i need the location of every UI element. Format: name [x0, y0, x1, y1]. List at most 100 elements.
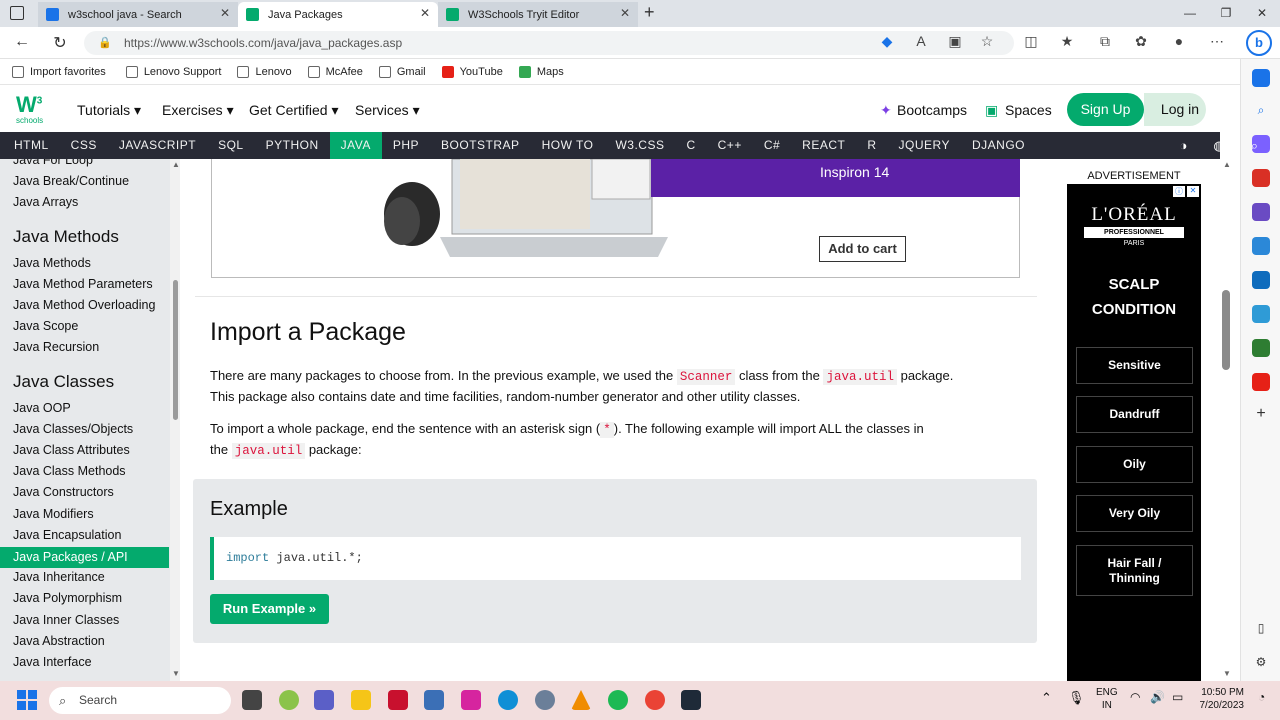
globe-icon[interactable]: ◍ [1213, 138, 1224, 154]
sidebar-scrollbar[interactable] [170, 159, 180, 681]
topnav-item-django[interactable]: DJANGO [961, 132, 1036, 159]
bookmark-lenovo-support[interactable]: Lenovo Support [125, 65, 221, 78]
taskbar-search[interactable]: ⌕ Search [49, 687, 231, 714]
settings-app-icon[interactable] [535, 690, 555, 710]
dark-mode-icon[interactable]: ◑ [1180, 138, 1188, 153]
w3schools-logo[interactable]: W3 schools [14, 92, 52, 126]
sidebar-item-java-class-methods[interactable]: Java Class Methods [13, 464, 126, 478]
sidebar-item-java-method-overloading[interactable]: Java Method Overloading [13, 298, 155, 312]
topnav-item-php[interactable]: PHP [382, 132, 430, 159]
topnav-item-html[interactable]: HTML [0, 132, 60, 159]
new-tab-icon[interactable]: + [644, 2, 655, 23]
topnav-item-w3-css[interactable]: W3.CSS [604, 132, 675, 159]
teams-icon[interactable] [314, 690, 334, 710]
drop-icon[interactable] [1252, 305, 1270, 323]
sidebar-item-java-modifiers[interactable]: Java Modifiers [13, 507, 94, 521]
sidebar-toggle-icon[interactable]: ▯ [1252, 619, 1270, 637]
menu-get-certified[interactable]: Get Certified ▾ [249, 102, 339, 119]
page-scroll-up-icon[interactable]: ▲ [1223, 160, 1231, 169]
outlook-icon[interactable] [1252, 271, 1270, 289]
bookmark-youtube[interactable]: YouTube [441, 65, 503, 78]
topnav-item-javascript[interactable]: JAVASCRIPT [108, 132, 207, 159]
profile-icon[interactable]: ● [1168, 33, 1190, 49]
sidebar-item-java-inner-classes[interactable]: Java Inner Classes [13, 613, 119, 627]
refresh-icon[interactable]: ↻ [48, 33, 72, 53]
close-ad-icon[interactable]: ✕ [1187, 186, 1199, 197]
widgets-icon[interactable] [279, 690, 299, 710]
office-icon[interactable] [1252, 237, 1270, 255]
youtube-icon[interactable] [1252, 373, 1270, 391]
split-screen-icon[interactable]: ◫ [1020, 33, 1042, 50]
ad-option-very-oily[interactable]: Very Oily [1076, 495, 1193, 532]
language-indicator[interactable]: ENG IN [1096, 686, 1118, 712]
edge-icon[interactable] [498, 690, 518, 710]
topnav-item-how-to[interactable]: HOW TO [531, 132, 605, 159]
sidebar-item-java-scope[interactable]: Java Scope [13, 319, 78, 333]
sidebar-scroll-thumb[interactable] [173, 280, 178, 420]
sidebar-item-java-methods[interactable]: Java Methods [13, 256, 91, 270]
sidebar-item-java-constructors[interactable]: Java Constructors [13, 485, 114, 499]
sidebar-item-java-encapsulation[interactable]: Java Encapsulation [13, 528, 121, 542]
topnav-item-python[interactable]: PYTHON [255, 132, 330, 159]
close-icon[interactable]: ✕ [620, 6, 630, 20]
vscode-icon[interactable] [681, 690, 701, 710]
read-aloud-icon[interactable]: A [910, 33, 932, 49]
bootcamps-link[interactable]: Bootcamps [897, 102, 967, 118]
immersive-reader-icon[interactable]: ▣ [944, 33, 966, 50]
tab-actions-icon[interactable] [10, 6, 24, 20]
menu-tutorials[interactable]: Tutorials ▾ [77, 102, 141, 119]
volume-icon[interactable]: 🔊 [1150, 690, 1165, 704]
login-button[interactable]: Log in [1144, 93, 1206, 126]
sidebar-item-java-interface[interactable]: Java Interface [13, 655, 92, 669]
sidebar-item-java-for-loop[interactable]: Java For Loop [13, 159, 93, 167]
more-options-icon[interactable]: ⋯ [1206, 33, 1228, 50]
bing-chat-icon[interactable]: b [1246, 30, 1272, 56]
ad-option-sensitive[interactable]: Sensitive [1076, 347, 1193, 384]
sidebar-item-java-abstraction[interactable]: Java Abstraction [13, 634, 105, 648]
topnav-item-c[interactable]: C [675, 132, 706, 159]
spotify-icon[interactable] [608, 690, 628, 710]
bookmark-import-favorites[interactable]: Import favorites [12, 65, 106, 78]
tab-java-packages[interactable]: Java Packages ✕ [238, 2, 438, 27]
back-icon[interactable]: ← [10, 33, 34, 51]
menu-services[interactable]: Services ▾ [355, 102, 420, 119]
minimize-icon[interactable]: — [1172, 0, 1208, 27]
ad-option-dandruff[interactable]: Dandruff [1076, 396, 1193, 433]
sidebar-item-java-arrays[interactable]: Java Arrays [13, 195, 78, 209]
sidebar-item-java-packages-api[interactable]: Java Packages / API [0, 547, 169, 568]
search-icon[interactable]: ⌕ [1251, 138, 1258, 154]
extensions-icon[interactable]: ✿ [1130, 33, 1152, 50]
games-icon[interactable] [1252, 203, 1270, 221]
collections-icon[interactable]: ⧉ [1094, 33, 1116, 50]
bookmark-gmail[interactable]: Gmail [378, 65, 426, 78]
close-icon[interactable]: ✕ [220, 6, 230, 20]
maximize-icon[interactable]: ❐ [1208, 0, 1244, 27]
page-scroll-thumb[interactable] [1222, 290, 1230, 370]
sidebar-item-java-class-attributes[interactable]: Java Class Attributes [13, 443, 130, 457]
microphone-icon[interactable]: 🎙 [1068, 690, 1085, 706]
topnav-item-c-[interactable]: C# [753, 132, 791, 159]
bookmark-maps[interactable]: Maps [518, 65, 564, 78]
sidebar-item-java-break-continue[interactable]: Java Break/Continue [13, 174, 129, 188]
close-icon[interactable]: ✕ [420, 6, 430, 20]
settings-icon[interactable]: ⚙ [1252, 653, 1270, 671]
bookmark-mcafee[interactable]: McAfee [307, 65, 363, 78]
tab-search[interactable]: w3school java - Search ✕ [38, 2, 238, 27]
run-example-button[interactable]: Run Example » [210, 594, 329, 624]
adchoices-icon[interactable]: ⓘ [1173, 186, 1185, 197]
task-view-icon[interactable] [242, 690, 262, 710]
close-window-icon[interactable]: ✕ [1244, 0, 1280, 27]
topnav-item-react[interactable]: REACT [791, 132, 856, 159]
instagram-icon[interactable] [461, 690, 481, 710]
add-to-cart-button[interactable]: Add to cart [819, 236, 906, 262]
topnav-item-jquery[interactable]: JQUERY [888, 132, 961, 159]
chrome-icon[interactable] [645, 690, 665, 710]
topnav-item-r[interactable]: R [856, 132, 887, 159]
chevron-up-icon[interactable]: ⌃ [1041, 690, 1052, 706]
scroll-down-icon[interactable]: ▼ [172, 669, 180, 678]
ad-option-oily[interactable]: Oily [1076, 446, 1193, 483]
signup-button[interactable]: Sign Up [1067, 93, 1144, 126]
sidebar-item-java-inheritance[interactable]: Java Inheritance [13, 570, 105, 584]
start-icon[interactable] [17, 690, 37, 710]
battery-icon[interactable]: ▭ [1172, 690, 1183, 704]
